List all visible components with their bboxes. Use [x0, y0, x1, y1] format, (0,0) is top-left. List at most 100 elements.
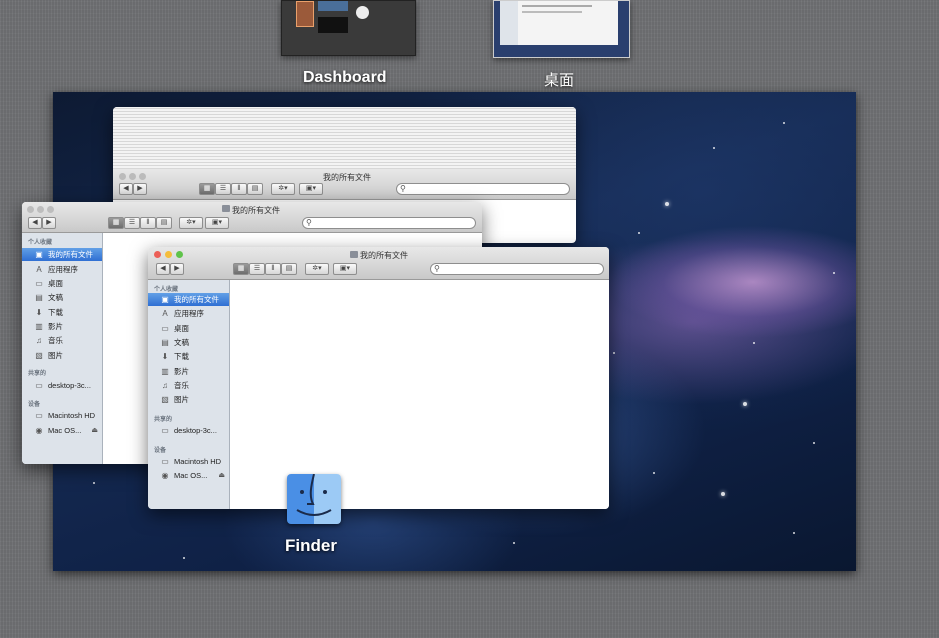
list-view-button[interactable]: ☰ [124, 217, 140, 229]
hard-drive-icon: ▭ [161, 457, 169, 466]
sidebar-item-music[interactable]: ♫ 音乐 [22, 334, 102, 347]
action-menu-button[interactable]: ✲▾ [271, 183, 295, 195]
sidebar-item-macintosh-hd[interactable]: ▭ Macintosh HD [148, 455, 229, 468]
sidebar-item-music[interactable]: ♫ 音乐 [148, 379, 229, 392]
sidebar-item-desktop[interactable]: ▭ 桌面 [148, 322, 229, 335]
window-titlebar[interactable]: 我的所有文件 ◀ ▶ ▦ ☰ ⫴ ▤ ✲▾ ▣▾ ⚲ [148, 247, 609, 280]
arrange-menu-button[interactable]: ▣▾ [333, 263, 357, 275]
search-field[interactable]: ⚲ [430, 263, 604, 275]
icon-view-button[interactable]: ▦ [199, 183, 215, 195]
action-menu-button[interactable]: ✲▾ [179, 217, 203, 229]
search-field[interactable]: ⚲ [302, 217, 476, 229]
eject-icon[interactable]: ⏏ [91, 424, 98, 437]
sidebar-item-applications[interactable]: A 应用程序 [148, 307, 229, 320]
window-titlebar[interactable]: 我的所有文件 ◀ ▶ ▦ ☰ ⫴ ▤ ✲▾ ▣▾ ⚲ [22, 202, 482, 233]
sidebar-item-downloads[interactable]: ⬇ 下载 [22, 306, 102, 319]
window-titlebar[interactable]: 我的所有文件 ◀ ▶ ▦ ☰ ⫴ ▤ ✲▾ ▣▾ ⚲ [113, 169, 576, 200]
close-button[interactable] [154, 251, 161, 258]
minimize-button[interactable] [129, 173, 136, 180]
calculator-widget-icon [296, 1, 314, 27]
hard-drive-icon: ▭ [35, 411, 43, 420]
sidebar-item-all-files[interactable]: ▣ 我的所有文件 [22, 248, 102, 261]
finder-app-label: Finder [285, 536, 337, 555]
sidebar-item-applications[interactable]: A 应用程序 [22, 263, 102, 276]
window-title: 我的所有文件 [232, 206, 280, 215]
sidebar-item-documents[interactable]: ▤ 文稿 [148, 336, 229, 349]
music-icon: ♫ [162, 381, 168, 390]
arrange-menu-button[interactable]: ▣▾ [205, 217, 229, 229]
sidebar-item-mac-os-disc[interactable]: ◉ Mac OS... ⏏ [22, 424, 102, 437]
thumbnail-window [500, 1, 618, 45]
sidebar-item-mac-os-disc[interactable]: ◉ Mac OS... ⏏ [148, 469, 229, 482]
music-icon: ♫ [36, 336, 42, 345]
eject-icon[interactable]: ⏏ [218, 469, 225, 482]
zoom-button[interactable] [176, 251, 183, 258]
sidebar-item-movies[interactable]: ▥ 影片 [22, 320, 102, 333]
computer-icon: ▭ [161, 426, 169, 435]
sidebar: 个人收藏 ▣ 我的所有文件 A 应用程序 ▭ 桌面 ▤ 文稿 ⬇ 下载 ▥ 影片… [148, 280, 230, 509]
forward-button[interactable]: ▶ [170, 263, 184, 275]
devices-header: 设备 [28, 402, 41, 408]
weather-widget-icon [318, 1, 348, 11]
dashboard-thumbnail[interactable] [281, 0, 416, 56]
icon-view-button[interactable]: ▦ [108, 217, 124, 229]
sidebar-item-macintosh-hd[interactable]: ▭ Macintosh HD [22, 409, 102, 422]
arrange-menu-button[interactable]: ▣▾ [299, 183, 323, 195]
applications-icon: A [36, 265, 42, 274]
back-button[interactable]: ◀ [28, 217, 42, 229]
shared-header: 共享的 [28, 371, 47, 377]
forward-button[interactable]: ▶ [133, 183, 147, 195]
icon-view-button[interactable]: ▦ [233, 263, 249, 275]
documents-icon: ▤ [161, 338, 169, 347]
sidebar-item-documents[interactable]: ▤ 文稿 [22, 291, 102, 304]
back-button[interactable]: ◀ [119, 183, 133, 195]
forward-button[interactable]: ▶ [42, 217, 56, 229]
folder-icon [350, 251, 358, 258]
sidebar-item-all-files[interactable]: ▣ 我的所有文件 [148, 293, 229, 306]
stocks-widget-icon [318, 17, 348, 33]
minimize-button[interactable] [37, 206, 44, 213]
finder-icon[interactable] [287, 474, 341, 524]
favorites-header: 个人收藏 [28, 240, 53, 246]
column-view-button[interactable]: ⫴ [140, 217, 156, 229]
sidebar-item-pictures[interactable]: ▧ 图片 [22, 349, 102, 362]
close-button[interactable] [119, 173, 126, 180]
action-menu-button[interactable]: ✲▾ [305, 263, 329, 275]
sidebar: 个人收藏 ▣ 我的所有文件 A 应用程序 ▭ 桌面 ▤ 文稿 ⬇ 下载 ▥ 影片… [22, 233, 103, 464]
coverflow-view-button[interactable]: ▤ [281, 263, 297, 275]
sidebar-item-pictures[interactable]: ▧ 图片 [148, 393, 229, 406]
favorites-header: 个人收藏 [154, 287, 179, 293]
movies-icon: ▥ [35, 322, 43, 331]
downloads-icon: ⬇ [35, 308, 43, 317]
finder-window-front[interactable]: 我的所有文件 ◀ ▶ ▦ ☰ ⫴ ▤ ✲▾ ▣▾ ⚲ 个人收藏 ▣ 我的所有文件… [148, 247, 609, 509]
desktop-thumbnail[interactable] [493, 0, 630, 58]
column-view-button[interactable]: ⫴ [265, 263, 281, 275]
sidebar-item-shared-computer[interactable]: ▭ desktop-3c... [148, 424, 229, 437]
disc-icon: ◉ [35, 426, 43, 435]
search-field[interactable]: ⚲ [396, 183, 570, 195]
list-view-button[interactable]: ☰ [215, 183, 231, 195]
movies-icon: ▥ [161, 367, 169, 376]
sidebar-item-movies[interactable]: ▥ 影片 [148, 365, 229, 378]
pictures-icon: ▧ [161, 395, 169, 404]
coverflow-view-button[interactable]: ▤ [247, 183, 263, 195]
search-icon: ⚲ [434, 264, 440, 273]
pictures-icon: ▧ [35, 351, 43, 360]
close-button[interactable] [27, 206, 34, 213]
zoom-button[interactable] [47, 206, 54, 213]
sidebar-item-shared-computer[interactable]: ▭ desktop-3c... [22, 379, 102, 392]
search-icon: ⚲ [400, 184, 406, 193]
zoom-button[interactable] [139, 173, 146, 180]
sidebar-item-downloads[interactable]: ⬇ 下载 [148, 350, 229, 363]
dashboard-label: Dashboard [303, 69, 387, 86]
minimize-button[interactable] [165, 251, 172, 258]
computer-icon: ▭ [35, 381, 43, 390]
column-view-button[interactable]: ⫴ [231, 183, 247, 195]
sidebar-item-desktop[interactable]: ▭ 桌面 [22, 277, 102, 290]
list-view-button[interactable]: ☰ [249, 263, 265, 275]
back-button[interactable]: ◀ [156, 263, 170, 275]
search-icon: ⚲ [306, 218, 312, 227]
coverflow-view-button[interactable]: ▤ [156, 217, 172, 229]
downloads-icon: ⬇ [161, 352, 169, 361]
shared-header: 共享的 [154, 417, 173, 423]
